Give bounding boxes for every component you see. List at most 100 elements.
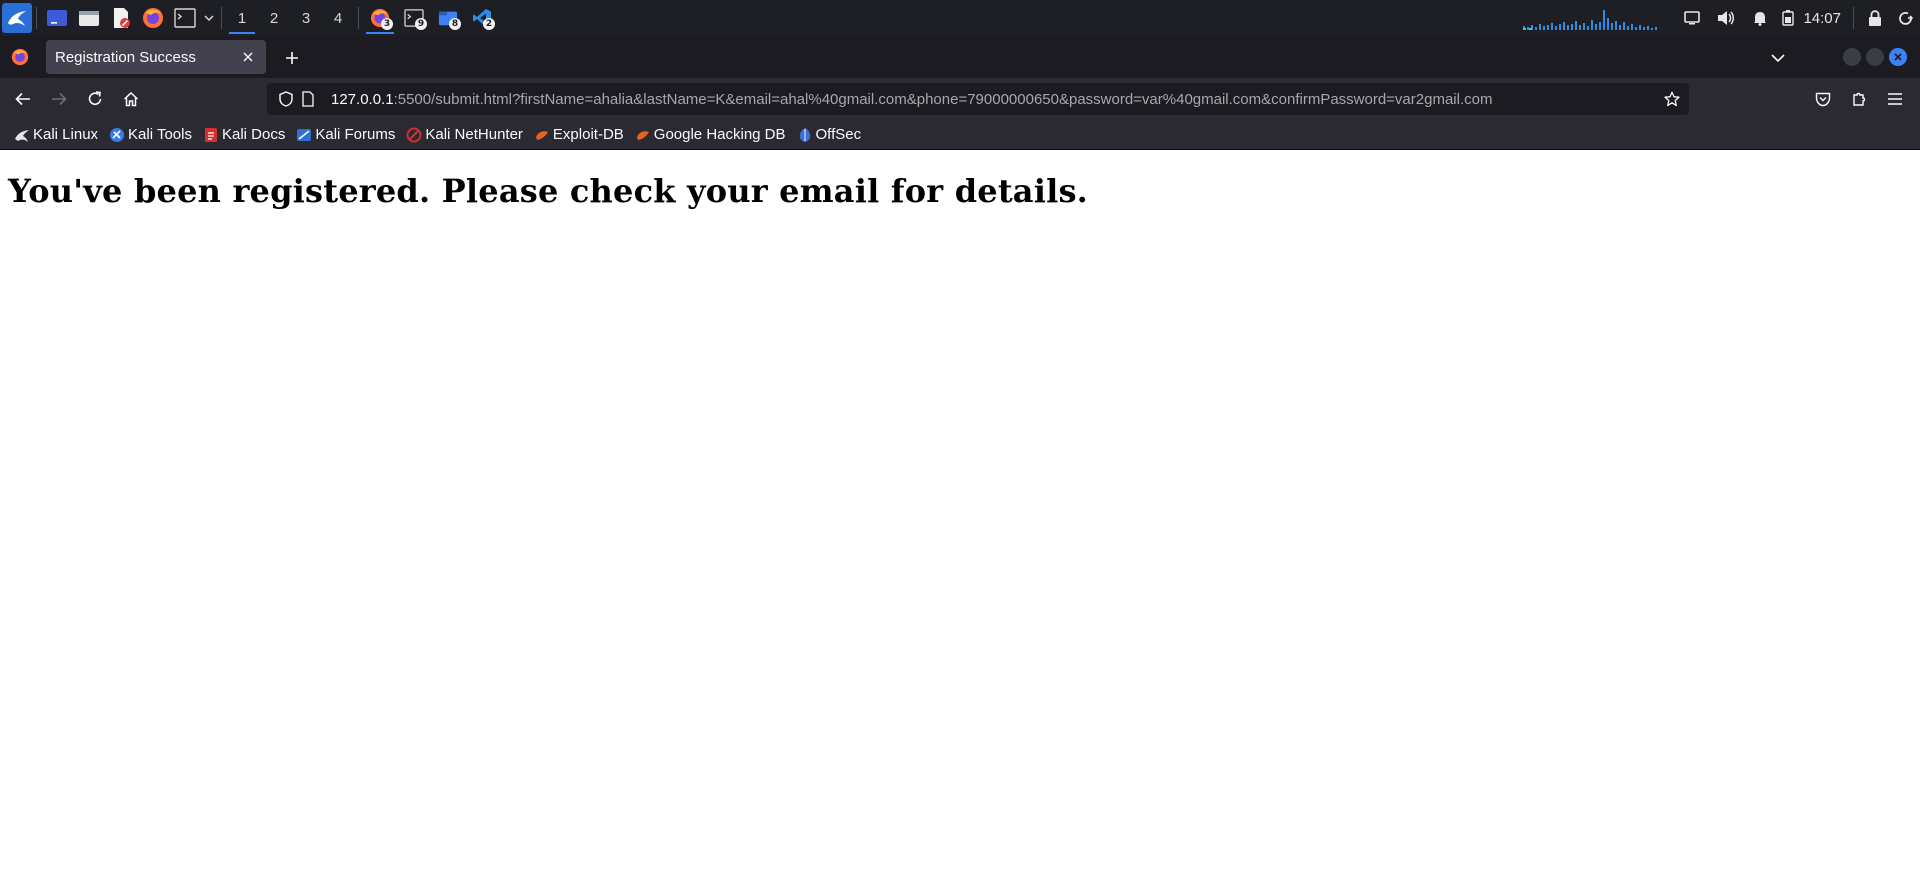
panel-clock[interactable]: 14:07 bbox=[1799, 10, 1849, 27]
workspace-4[interactable]: 4 bbox=[322, 0, 354, 36]
bookmark-label: Kali Linux bbox=[33, 126, 99, 143]
app-menu-button[interactable] bbox=[1880, 84, 1910, 114]
chevron-down-icon bbox=[1771, 54, 1785, 63]
bookmark-label: OffSec bbox=[815, 126, 862, 143]
kali-dragon-icon bbox=[8, 11, 26, 26]
workspace-2[interactable]: 2 bbox=[258, 0, 290, 36]
url-host: 127.0.0.1 bbox=[331, 90, 394, 108]
window-count-badge: 9 bbox=[415, 18, 427, 30]
panel-separator bbox=[1853, 7, 1854, 29]
firefox-icon bbox=[11, 48, 29, 66]
pocket-button[interactable] bbox=[1808, 84, 1838, 114]
navigation-toolbar: 127.0.0.1:5500/submit.html?firstName=aha… bbox=[0, 78, 1920, 120]
bookmark-google-hacking-db[interactable]: Google Hacking DB bbox=[631, 123, 790, 147]
window-count-badge: 8 bbox=[449, 18, 461, 30]
text-editor-launcher[interactable] bbox=[105, 0, 137, 36]
hamburger-menu-icon bbox=[1888, 93, 1902, 105]
new-tab-button[interactable] bbox=[278, 44, 306, 72]
display-icon[interactable] bbox=[1675, 0, 1709, 36]
top-panel: 1 2 3 4 3 9 8 2 14:07 bbox=[0, 0, 1920, 36]
bookmark-kali-forums[interactable]: Kali Forums bbox=[292, 123, 399, 147]
file-manager-launcher[interactable] bbox=[73, 0, 105, 36]
kali-menu-button[interactable] bbox=[2, 3, 32, 33]
firefox-icon bbox=[143, 8, 163, 28]
forward-button[interactable] bbox=[44, 84, 74, 114]
offsec-icon bbox=[797, 127, 813, 143]
extensions-button[interactable] bbox=[1844, 84, 1874, 114]
back-button[interactable] bbox=[8, 84, 38, 114]
task-list: 3 9 8 2 bbox=[363, 0, 499, 36]
bookmark-kali-tools[interactable]: Kali Tools bbox=[105, 123, 196, 147]
home-button[interactable] bbox=[116, 84, 146, 114]
nethunter-icon bbox=[406, 127, 422, 143]
bookmark-kali-nethunter[interactable]: Kali NetHunter bbox=[402, 123, 527, 147]
panel-launchers bbox=[0, 0, 226, 36]
logout-icon[interactable] bbox=[1892, 0, 1920, 36]
terminal-icon bbox=[174, 8, 196, 28]
maximize-window-button[interactable] bbox=[1866, 48, 1884, 66]
url-path: :5500/submit.html?firstName=ahalia&lastN… bbox=[393, 90, 1493, 108]
star-icon bbox=[1664, 91, 1680, 107]
bookmarks-toolbar: Kali Linux Kali Tools Kali Docs Kali For… bbox=[0, 120, 1920, 150]
kali-forums-icon bbox=[296, 127, 312, 143]
bookmark-label: Kali Docs bbox=[221, 126, 286, 143]
arrow-right-icon bbox=[52, 92, 67, 106]
tab-strip: Registration Success bbox=[0, 36, 1920, 78]
url-text[interactable]: 127.0.0.1:5500/submit.html?firstName=aha… bbox=[331, 91, 1661, 108]
bookmark-offsec[interactable]: OffSec bbox=[793, 123, 866, 147]
home-icon bbox=[123, 91, 139, 107]
minimize-window-button[interactable] bbox=[1843, 48, 1861, 66]
launcher-dropdown[interactable] bbox=[201, 0, 217, 36]
panel-separator bbox=[36, 7, 37, 29]
reload-button[interactable] bbox=[80, 84, 110, 114]
firefox-view-button[interactable] bbox=[0, 36, 40, 78]
bookmark-label: Kali Tools bbox=[128, 126, 192, 143]
bookmark-label: Kali NetHunter bbox=[425, 126, 523, 143]
firefox-task[interactable]: 3 bbox=[363, 0, 397, 36]
battery-icon[interactable] bbox=[1777, 0, 1799, 36]
terminal-launcher[interactable] bbox=[169, 0, 201, 36]
desktop-icon bbox=[47, 10, 67, 26]
vscode-task[interactable]: 2 bbox=[465, 0, 499, 36]
folder-icon bbox=[79, 11, 99, 26]
registration-success-heading: You've been registered. Please check you… bbox=[8, 172, 1089, 210]
close-window-button[interactable] bbox=[1889, 48, 1907, 66]
bookmark-label: Google Hacking DB bbox=[653, 126, 786, 143]
volume-icon[interactable] bbox=[1709, 0, 1743, 36]
kali-dragon-icon bbox=[14, 127, 30, 143]
workspace-switcher: 1 2 3 4 bbox=[226, 0, 363, 36]
close-icon bbox=[243, 52, 253, 62]
pocket-icon bbox=[1815, 92, 1831, 106]
bookmark-star-button[interactable] bbox=[1661, 88, 1683, 110]
terminal-task[interactable]: 9 bbox=[397, 0, 431, 36]
panel-separator bbox=[358, 7, 359, 29]
url-bar[interactable]: 127.0.0.1:5500/submit.html?firstName=aha… bbox=[267, 83, 1689, 115]
workspace-1[interactable]: 1 bbox=[226, 0, 258, 36]
kali-tools-icon bbox=[109, 127, 125, 143]
tab-registration-success[interactable]: Registration Success bbox=[46, 40, 266, 74]
exploit-db-icon bbox=[534, 127, 550, 143]
bookmark-exploit-db[interactable]: Exploit-DB bbox=[530, 123, 628, 147]
bookmark-label: Kali Forums bbox=[315, 126, 396, 143]
tracking-protection-shield-icon[interactable] bbox=[275, 88, 297, 110]
tab-title: Registration Success bbox=[55, 48, 196, 66]
show-desktop-launcher[interactable] bbox=[41, 0, 73, 36]
close-tab-button[interactable] bbox=[238, 47, 258, 67]
firefox-launcher[interactable] bbox=[137, 0, 169, 36]
files-task[interactable]: 8 bbox=[431, 0, 465, 36]
arrow-left-icon bbox=[15, 92, 30, 106]
list-all-tabs-button[interactable] bbox=[1764, 44, 1792, 72]
workspace-3[interactable]: 3 bbox=[290, 0, 322, 36]
kali-docs-icon bbox=[203, 127, 219, 143]
notification-bell-icon[interactable] bbox=[1743, 0, 1777, 36]
bookmark-kali-docs[interactable]: Kali Docs bbox=[199, 123, 289, 147]
panel-separator bbox=[221, 7, 222, 29]
ghdb-icon bbox=[635, 127, 651, 143]
bookmark-kali-linux[interactable]: Kali Linux bbox=[10, 123, 102, 147]
network-monitor-graph[interactable] bbox=[1521, 6, 1665, 30]
plus-icon bbox=[286, 52, 298, 64]
lock-screen-icon[interactable] bbox=[1858, 0, 1892, 36]
reload-icon bbox=[88, 91, 102, 105]
puzzle-piece-icon bbox=[1853, 92, 1866, 106]
page-info-icon[interactable] bbox=[297, 88, 319, 110]
